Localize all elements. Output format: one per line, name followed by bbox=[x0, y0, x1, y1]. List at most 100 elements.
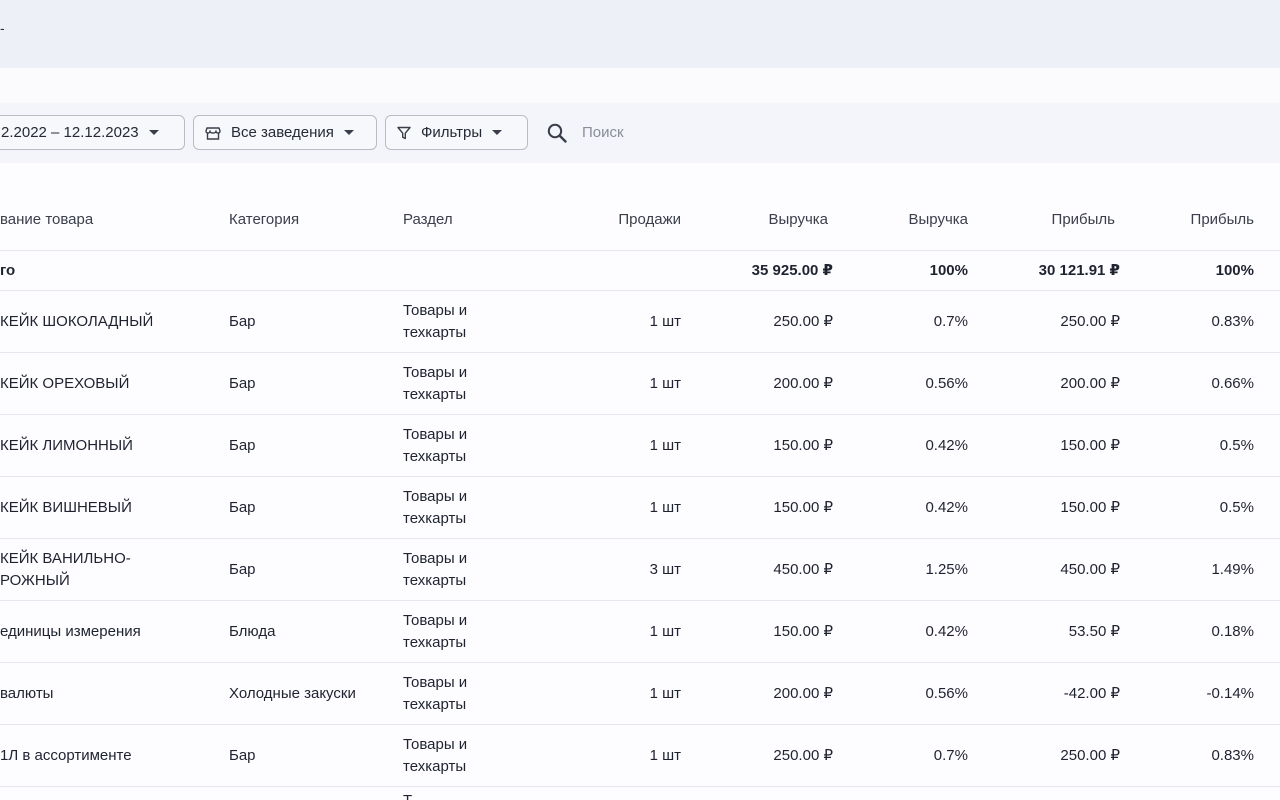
sales-cell: 1 шт bbox=[649, 498, 681, 516]
column-header-revenue[interactable]: Выручка bbox=[700, 189, 828, 251]
sales-cell: 1 шт bbox=[649, 436, 681, 454]
table-row[interactable]: 1Л в ассортименте Бар Товары и техкарты 1 ш… bbox=[0, 725, 1280, 787]
filters-button[interactable]: Фильтры bbox=[385, 115, 528, 150]
sales-cell: 1 шт bbox=[649, 374, 681, 392]
revenue-pct-cell: 0.42% bbox=[925, 622, 968, 640]
product-name: КЕЙК ВИШНЕВЫЙ bbox=[0, 498, 132, 516]
revenue-cell: 250.00 ₽ bbox=[773, 312, 833, 330]
revenue-cell: 150.00 ₽ bbox=[773, 622, 833, 640]
partial-section-text: Т bbox=[403, 787, 412, 800]
product-name: валюты bbox=[0, 684, 54, 702]
table-row[interactable]: КЕЙК ВИШНЕВЫЙ Бар Товары и техкарты 1 шт 150… bbox=[0, 477, 1280, 539]
total-row: го 35 925.00 ₽ 100% 30 121.91 ₽ 100% bbox=[0, 251, 1280, 291]
filters-label: Фильтры bbox=[421, 124, 483, 141]
table-row[interactable]: КЕЙК ОРЕХОВЫЙ Бар Товары и техкарты 1 шт 200… bbox=[0, 353, 1280, 415]
product-name: 1Л в ассортименте bbox=[0, 746, 132, 764]
category-cell: Бар bbox=[229, 312, 256, 330]
products-table: вание товара Категория Раздел Продажи Вы… bbox=[0, 189, 1280, 800]
search-box[interactable] bbox=[546, 115, 782, 150]
profit-cell: 150.00 ₽ bbox=[1060, 436, 1120, 454]
revenue-cell: 200.00 ₽ bbox=[773, 684, 833, 702]
product-name: КЕЙК ЛИМОННЫЙ bbox=[0, 436, 133, 454]
category-cell: Холодные закуски bbox=[229, 684, 356, 702]
profit-pct-cell: 0.5% bbox=[1219, 436, 1254, 454]
venue-select[interactable]: Все заведения bbox=[193, 115, 377, 150]
sub-bar bbox=[0, 68, 1280, 103]
section-cell: Товары и техкарты bbox=[403, 487, 468, 527]
column-header-revenue-pct[interactable]: Выручка bbox=[860, 189, 968, 251]
sales-cell: 1 шт bbox=[649, 684, 681, 702]
table-row[interactable]: КЕЙК ЛИМОННЫЙ Бар Товары и техкарты 1 шт 150… bbox=[0, 415, 1280, 477]
profit-pct-cell: -0.14% bbox=[1206, 684, 1254, 702]
category-cell: Блюда bbox=[229, 622, 276, 640]
table-row-partial: Т bbox=[0, 787, 1280, 800]
sales-cell: 1 шт bbox=[649, 622, 681, 640]
section-cell: Товары и техкарты bbox=[403, 611, 468, 651]
table-row[interactable]: КЕЙК ВАНИЛЬНО-РОЖНЫЙ Бар Товары и техкарты… bbox=[0, 539, 1280, 601]
profit-cell: 250.00 ₽ bbox=[1060, 312, 1120, 330]
table-row[interactable]: валюты Холодные закуски Товары и техкарты 1… bbox=[0, 663, 1280, 725]
revenue-pct-cell: 0.56% bbox=[925, 684, 968, 702]
search-icon bbox=[547, 123, 567, 143]
search-input[interactable] bbox=[582, 124, 782, 141]
revenue-pct-cell: 0.56% bbox=[925, 374, 968, 392]
chevron-down-icon bbox=[343, 130, 354, 135]
profit-cell: -42.00 ₽ bbox=[1063, 684, 1120, 702]
filter-toolbar: 2.2022 – 12.12.2023 Все заведения Фильтр… bbox=[0, 103, 1280, 163]
section-cell: Товары и техкарты bbox=[403, 735, 468, 775]
profit-cell: 250.00 ₽ bbox=[1060, 746, 1120, 764]
profit-cell: 53.50 ₽ bbox=[1068, 622, 1120, 640]
column-header-category[interactable]: Категория bbox=[229, 189, 399, 251]
product-name: единицы измерения bbox=[0, 622, 141, 640]
profit-pct-cell: 0.83% bbox=[1211, 746, 1254, 764]
revenue-cell: 200.00 ₽ bbox=[773, 374, 833, 392]
filter-icon bbox=[397, 126, 411, 139]
revenue-pct-cell: 0.42% bbox=[925, 436, 968, 454]
sales-cell: 3 шт bbox=[649, 560, 681, 578]
revenue-pct-cell: 1.25% bbox=[925, 560, 968, 578]
section-cell: Товары и техкарты bbox=[403, 301, 468, 341]
profit-pct-cell: 0.66% bbox=[1211, 374, 1254, 392]
column-header-profit-pct[interactable]: Прибыль bbox=[1140, 189, 1254, 251]
chevron-down-icon bbox=[148, 130, 159, 135]
profit-cell: 450.00 ₽ bbox=[1060, 560, 1120, 578]
product-name: КЕЙК ВАНИЛЬНО-РОЖНЫЙ bbox=[0, 549, 131, 589]
section-cell: Товары и техкарты bbox=[403, 425, 468, 465]
revenue-pct-cell: 0.42% bbox=[925, 498, 968, 516]
column-header-profit[interactable]: Прибыль bbox=[990, 189, 1115, 251]
profit-pct-cell: 0.18% bbox=[1211, 622, 1254, 640]
profit-pct-cell: 0.5% bbox=[1219, 498, 1254, 516]
profit-cell: 200.00 ₽ bbox=[1060, 374, 1120, 392]
category-cell: Бар bbox=[229, 746, 256, 764]
column-header-name[interactable]: вание товара bbox=[0, 189, 220, 251]
product-name: КЕЙК ОРЕХОВЫЙ bbox=[0, 374, 130, 392]
store-icon bbox=[205, 126, 221, 140]
column-header-sales[interactable]: Продажи bbox=[540, 189, 681, 251]
profit-pct-cell: 0.83% bbox=[1211, 312, 1254, 330]
topbar-glyph: - bbox=[0, 20, 5, 36]
category-cell: Бар bbox=[229, 436, 256, 454]
revenue-pct-cell: 0.7% bbox=[933, 312, 968, 330]
total-revenue: 35 925.00 ₽ bbox=[751, 261, 833, 279]
table-row[interactable]: единицы измерения Блюда Товары и техкарты 1… bbox=[0, 601, 1280, 663]
column-header-section[interactable]: Раздел bbox=[403, 189, 513, 251]
section-cell: Товары и техкарты bbox=[403, 363, 468, 403]
revenue-cell: 150.00 ₽ bbox=[773, 498, 833, 516]
category-cell: Бар bbox=[229, 374, 256, 392]
revenue-cell: 450.00 ₽ bbox=[773, 560, 833, 578]
profit-pct-cell: 1.49% bbox=[1211, 560, 1254, 578]
category-cell: Бар bbox=[229, 498, 256, 516]
table-header: вание товара Категория Раздел Продажи Вы… bbox=[0, 189, 1280, 251]
venue-label: Все заведения bbox=[231, 124, 334, 141]
date-range-picker[interactable]: 2.2022 – 12.12.2023 bbox=[0, 115, 185, 150]
date-range-label: 2.2022 – 12.12.2023 bbox=[1, 124, 139, 141]
section-cell: Товары и техкарты bbox=[403, 549, 468, 589]
product-name: КЕЙК ШОКОЛАДНЫЙ bbox=[0, 312, 154, 330]
total-revenue-pct: 100% bbox=[929, 261, 968, 279]
chevron-down-icon bbox=[492, 130, 503, 135]
table-row[interactable]: КЕЙК ШОКОЛАДНЫЙ Бар Товары и техкарты 1 шт 2… bbox=[0, 291, 1280, 353]
total-label: го bbox=[0, 261, 16, 279]
total-profit: 30 121.91 ₽ bbox=[1038, 261, 1120, 279]
category-cell: Бар bbox=[229, 560, 256, 578]
section-cell: Товары и техкарты bbox=[403, 673, 468, 713]
